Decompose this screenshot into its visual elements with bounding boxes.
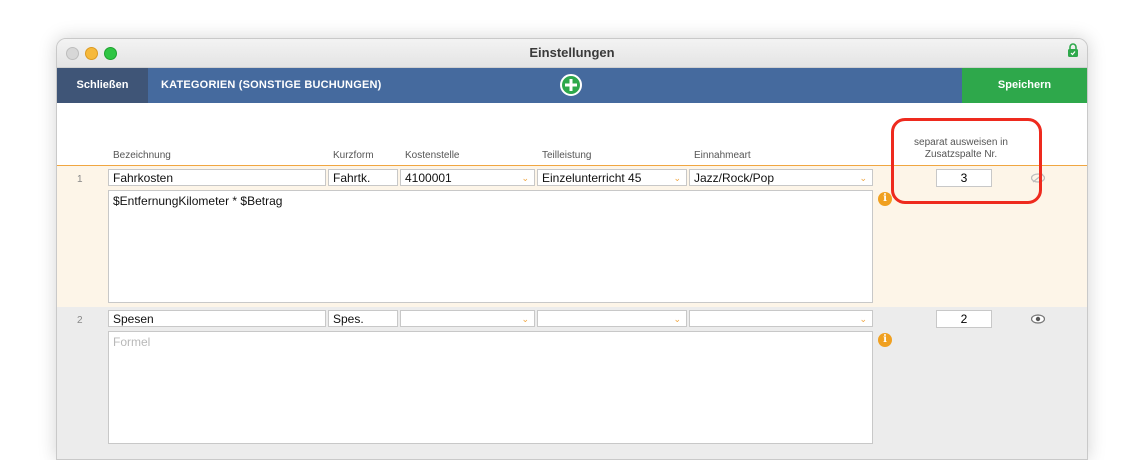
chevron-down-icon: ⌄ [673,173,681,183]
kostenstelle-value: 4100001 [405,171,452,185]
bezeichnung-field[interactable]: Spesen [108,310,326,327]
einnahmeart-value: Jazz/Rock/Pop [694,171,775,185]
chevron-down-icon: ⌄ [673,314,681,324]
info-icon[interactable]: i [878,333,892,347]
header-bezeichnung: Bezeichnung [113,150,171,161]
table-row: 1 Fahrkosten Fahrtk. 4100001 ⌄ Einzelunt… [57,165,1087,308]
teilleistung-select[interactable]: ⌄ [537,310,687,327]
title-bar: Einstellungen [57,39,1087,68]
window-title: Einstellungen [529,45,615,60]
save-button[interactable]: Speichern [962,68,1087,103]
toolbar: Schließen KATEGORIEN (SONSTIGE BUCHUNGEN… [57,68,1087,103]
eye-icon[interactable] [1031,173,1045,183]
chevron-down-icon: ⌄ [859,173,867,183]
kostenstelle-select[interactable]: 4100001 ⌄ [400,169,535,186]
chevron-down-icon: ⌄ [521,314,529,324]
zusatzspalte-field[interactable]: 2 [936,310,992,328]
header-einnahmeart: Einnahmeart [694,150,751,161]
header-teilleistung: Teilleistung [542,150,592,161]
kurzform-field[interactable]: Fahrtk. [328,169,398,186]
info-icon[interactable]: i [878,192,892,206]
formula-textarea[interactable]: Formel [108,331,873,444]
category-table: Bezeichnung Kurzform Kostenstelle Teille… [57,103,1087,459]
chevron-down-icon: ⌄ [859,314,867,324]
formula-textarea[interactable]: $EntfernungKilometer * $Betrag [108,190,873,303]
header-kostenstelle: Kostenstelle [405,150,460,161]
header-kurzform: Kurzform [333,150,374,161]
chevron-down-icon: ⌄ [521,173,529,183]
kostenstelle-select[interactable]: ⌄ [400,310,535,327]
section-title: KATEGORIEN (SONSTIGE BUCHUNGEN) [161,79,382,91]
zusatzspalte-field[interactable]: 3 [936,169,992,187]
einnahmeart-select[interactable]: ⌄ [689,310,873,327]
table-row: 2 Spesen Spes. ⌄ ⌄ ⌄ Formel i 2 [57,307,1087,459]
row-number: 2 [77,315,83,326]
close-button[interactable]: Schließen [57,68,148,103]
teilleistung-value: Einzelunterricht 45 [542,171,642,185]
einnahmeart-select[interactable]: Jazz/Rock/Pop ⌄ [689,169,873,186]
settings-window: Einstellungen Schließen KATEGORIEN (SONS… [56,38,1088,460]
plus-circle-icon[interactable] [560,74,582,96]
lock-icon[interactable] [1067,43,1079,57]
header-zusatzspalte: separat ausweisen in Zusatzspalte Nr. [914,137,1008,160]
eye-icon[interactable] [1031,314,1045,324]
row-number: 1 [77,174,83,185]
kurzform-field[interactable]: Spes. [328,310,398,327]
bezeichnung-field[interactable]: Fahrkosten [108,169,326,186]
teilleistung-select[interactable]: Einzelunterricht 45 ⌄ [537,169,687,186]
